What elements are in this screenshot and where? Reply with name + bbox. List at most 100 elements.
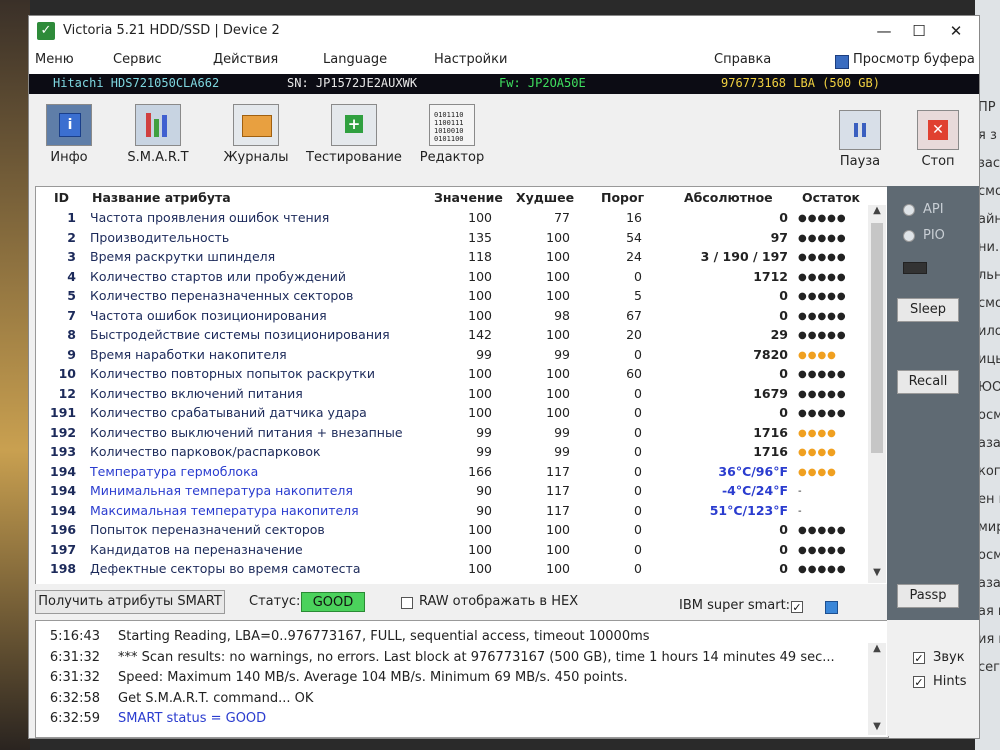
menu-buffer-view[interactable]: Просмотр буфера <box>853 52 975 67</box>
log-scrollbar[interactable]: ▲ ▼ <box>868 643 886 735</box>
background-text: айн <box>978 212 1000 227</box>
testing-tool-button[interactable]: + Тестирование <box>303 104 405 176</box>
attr-remain: ●●●●● <box>798 291 847 302</box>
attr-threshold: 0 <box>634 541 642 557</box>
pause-button[interactable]: Пауза <box>835 110 885 182</box>
table-header: ID Название атрибута Значение Худшее Пор… <box>36 187 888 209</box>
minimize-button[interactable]: — <box>869 20 899 42</box>
background-text: ия исто <box>978 632 1000 647</box>
api-radio[interactable] <box>903 204 915 216</box>
table-row[interactable]: 198 Дефектные секторы во время самотеста 1… <box>36 560 866 580</box>
log-scroll-down-icon[interactable]: ▼ <box>868 721 886 732</box>
background-text: смот <box>978 296 1000 311</box>
hints-checkbox[interactable]: ✓ <box>913 676 925 688</box>
col-attribute-name[interactable]: Название атрибута <box>92 190 231 205</box>
scroll-thumb[interactable] <box>871 223 883 453</box>
attr-threshold: 0 <box>634 385 642 401</box>
table-row[interactable]: 194 Минимальная температура накопителя 90 1… <box>36 482 866 502</box>
col-worst[interactable]: Худшее <box>516 190 574 205</box>
sleep-button[interactable]: Sleep <box>897 298 959 322</box>
color-swatch-icon[interactable] <box>825 601 838 614</box>
table-scrollbar[interactable]: ▲ ▼ <box>868 205 886 583</box>
ibm-super-smart-checkbox[interactable]: ✓ <box>791 601 803 613</box>
table-row[interactable]: 191 Количество срабатываний датчика удара… <box>36 404 866 424</box>
menu-service[interactable]: Сервис <box>113 52 162 67</box>
attr-id: 3 <box>67 249 76 264</box>
logs-tool-button[interactable]: Журналы <box>219 104 293 176</box>
attr-value: 100 <box>468 405 492 420</box>
app-window: ✓ Victoria 5.21 HDD/SSD | Device 2 — ☐ ✕… <box>28 15 980 739</box>
table-row[interactable]: 5 Количество переназначенных секторов 100 1… <box>36 287 866 307</box>
get-smart-button[interactable]: Получить атрибуты SMART <box>35 590 225 614</box>
table-row[interactable]: 194 Максимальная температура накопителя 90… <box>36 502 866 522</box>
smart-tool-button[interactable]: S.M.A.R.T <box>125 104 191 176</box>
attr-remain: - <box>798 505 803 517</box>
table-row[interactable]: 12 Количество включений питания 100 100 0 167… <box>36 385 866 405</box>
table-row[interactable]: 4 Количество стартов или пробуждений 100 10… <box>36 268 866 288</box>
menu-actions[interactable]: Действия <box>213 52 278 67</box>
attr-threshold: 0 <box>634 522 642 537</box>
attr-worst: 100 <box>546 522 570 537</box>
table-row[interactable]: 9 Время наработки накопителя 99 99 0 7820 ●●●● <box>36 346 866 366</box>
log-time: 6:31:32 <box>49 649 100 665</box>
menu-settings[interactable]: Настройки <box>434 52 507 67</box>
scroll-down-icon[interactable]: ▼ <box>868 567 886 578</box>
table-row[interactable]: 196 Попыток переназначений секторов 100 100… <box>36 521 866 541</box>
title-bar: ✓ Victoria 5.21 HDD/SSD | Device 2 — ☐ ✕ <box>29 16 979 46</box>
attr-worst: 99 <box>554 424 570 440</box>
attr-remain: ●●●●● <box>798 330 847 341</box>
table-row[interactable]: 7 Частота ошибок позиционирования 100 98 67 0… <box>36 307 866 327</box>
passp-button[interactable]: Passp <box>897 584 959 608</box>
pio-radio[interactable] <box>903 230 915 242</box>
stop-button[interactable]: ✕ Стоп <box>913 110 963 182</box>
raw-hex-checkbox[interactable] <box>401 597 413 609</box>
attr-worst: 117 <box>546 483 570 498</box>
attr-value: 90 <box>476 502 492 518</box>
attr-id: 5 <box>67 288 76 303</box>
table-row[interactable]: 197 Кандидатов на переназначение 100 100 0 0 ●… <box>36 541 866 561</box>
attr-id: 197 <box>50 541 77 557</box>
attr-raw: 0 <box>779 307 788 323</box>
attr-worst: 99 <box>554 346 570 362</box>
col-remain[interactable]: Остаток <box>802 190 860 205</box>
attr-name: Количество парковок/распарковок <box>90 444 321 459</box>
background-text: ЮО <box>978 380 1000 395</box>
col-id[interactable]: ID <box>54 190 69 205</box>
col-value[interactable]: Значение <box>434 190 503 205</box>
log-time: 6:32:58 <box>49 690 100 706</box>
table-row[interactable]: 8 Быстродействие системы позиционирования… <box>36 326 866 346</box>
table-row[interactable]: 3 Время раскрутки шпинделя 118 100 24 3 / 190… <box>36 248 866 268</box>
attr-remain: ●●●●● <box>798 271 847 283</box>
attr-raw: 0 <box>779 561 788 576</box>
sound-checkbox[interactable]: ✓ <box>913 652 925 664</box>
attr-threshold: 60 <box>626 366 642 381</box>
drive-serial: SN: JP1572JE2AUXWK <box>287 76 418 90</box>
editor-tool-button[interactable]: 0101110 1100111 1010010 0101100 Редактор <box>417 104 487 176</box>
pio-label: PIO <box>923 228 945 243</box>
recall-button[interactable]: Recall <box>897 370 959 394</box>
log-scroll-up-icon[interactable]: ▲ <box>868 643 886 654</box>
table-row[interactable]: 10 Количество повторных попыток раскрутки… <box>36 365 866 385</box>
log-time: 5:16:43 <box>49 629 100 644</box>
table-row[interactable]: 192 Количество выключений питания + внеза… <box>36 424 866 444</box>
table-row[interactable]: 2 Производительность 135 100 54 97 ●●●●● <box>36 229 866 249</box>
col-threshold[interactable]: Порог <box>601 190 644 205</box>
menu-language[interactable]: Language <box>323 52 387 67</box>
table-row[interactable]: 1 Частота проявления ошибок чтения 100 77 16… <box>36 209 866 229</box>
attr-threshold: 54 <box>626 229 642 245</box>
table-row[interactable]: 193 Количество парковок/распарковок 99 99 0 1… <box>36 443 866 463</box>
background-text: ая ист <box>978 604 1000 619</box>
maximize-button[interactable]: ☐ <box>904 20 934 42</box>
background-text: ицы. <box>978 352 1000 367</box>
attr-id: 1 <box>67 210 76 225</box>
info-tool-button[interactable]: i Инфо <box>39 104 99 176</box>
menu-main[interactable]: Меню <box>35 52 74 67</box>
table-row[interactable]: 194 Температура гермоблока 166 117 0 36°C/96°… <box>36 463 866 483</box>
menu-help[interactable]: Справка <box>714 52 771 67</box>
attr-name: Время наработки накопителя <box>90 346 287 362</box>
col-raw[interactable]: Абсолютное <box>684 190 773 205</box>
attr-raw: 0 <box>779 522 788 537</box>
attr-threshold: 16 <box>626 210 642 225</box>
scroll-up-icon[interactable]: ▲ <box>868 205 886 216</box>
close-button[interactable]: ✕ <box>941 20 971 42</box>
